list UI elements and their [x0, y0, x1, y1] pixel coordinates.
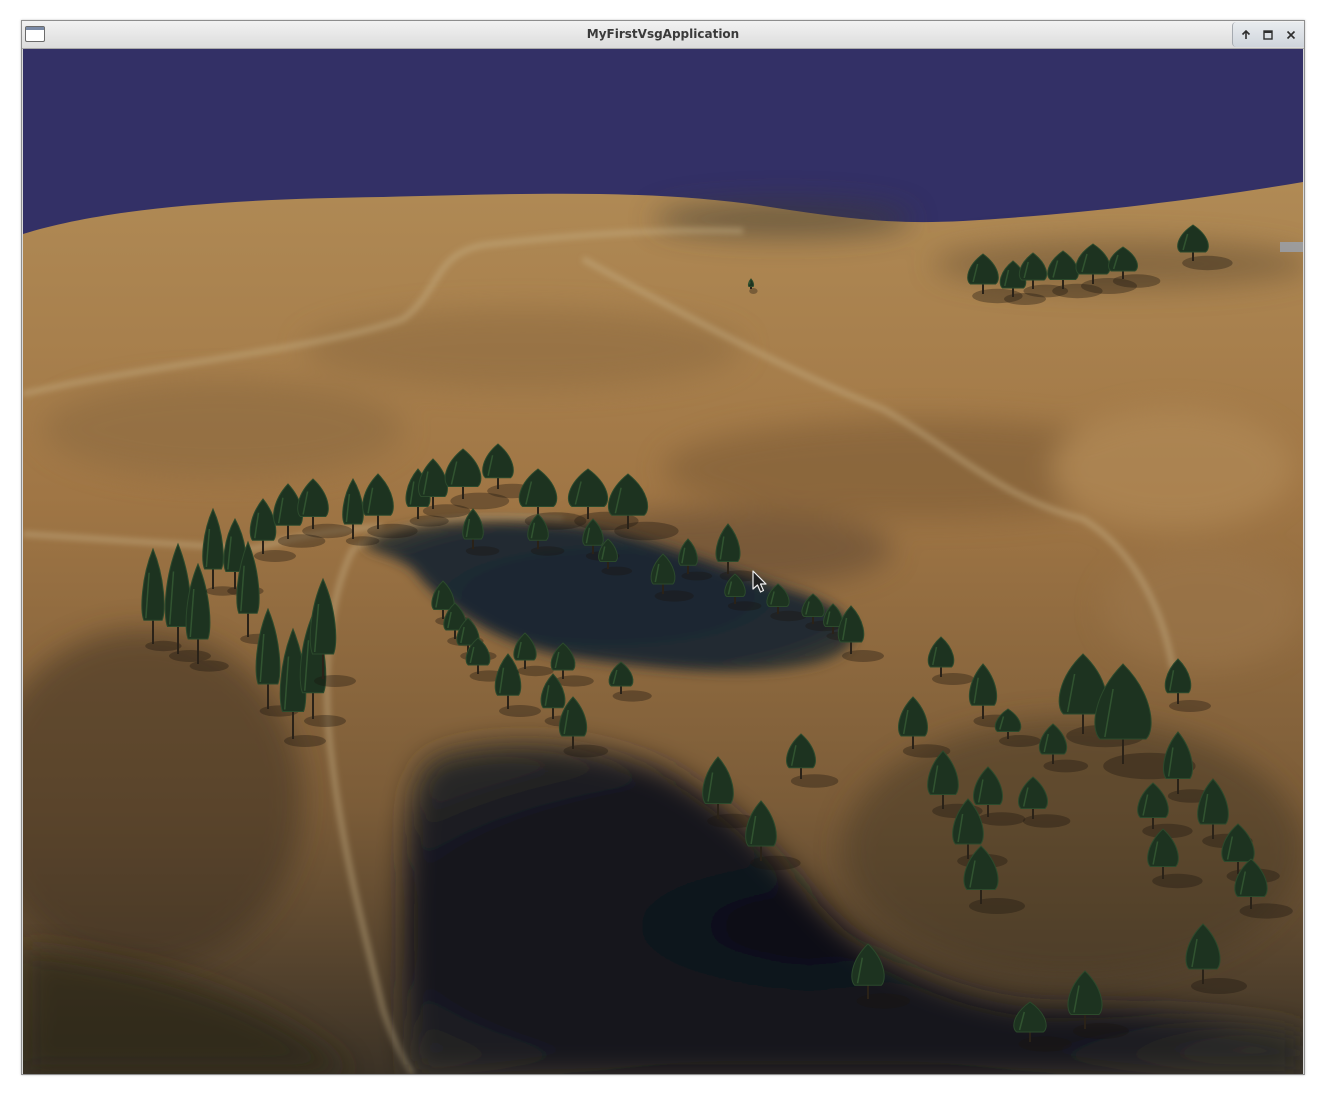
window-title: MyFirstVsgApplication	[586, 27, 740, 41]
close-icon[interactable]	[1282, 26, 1300, 44]
window-controls	[1232, 22, 1304, 47]
shade-up-icon[interactable]	[1237, 26, 1255, 44]
application-window: MyFirstVsgApplication	[21, 20, 1305, 1075]
distant-structure	[1280, 242, 1303, 252]
title-bar[interactable]: MyFirstVsgApplication	[22, 21, 1304, 49]
terrain-scene[interactable]	[23, 49, 1303, 1074]
3d-viewport[interactable]	[23, 49, 1303, 1074]
maximize-icon[interactable]	[1259, 26, 1277, 44]
